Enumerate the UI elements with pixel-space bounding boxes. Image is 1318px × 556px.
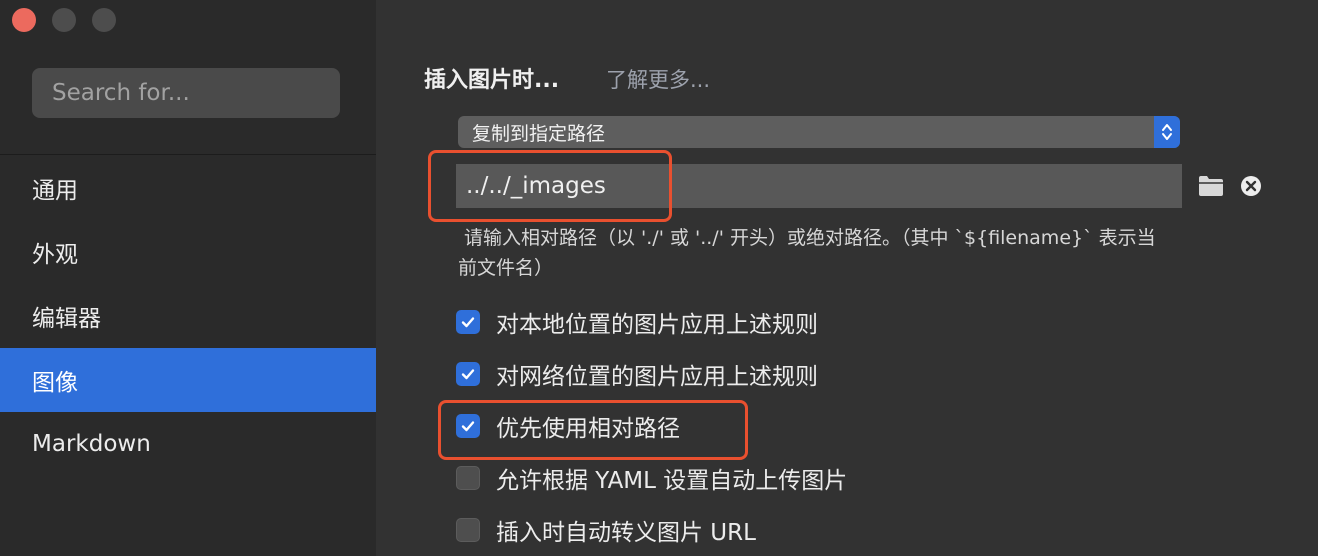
checkbox-unchecked[interactable] — [456, 466, 480, 490]
sidebar-item-label: Markdown — [32, 431, 151, 457]
option-label: 插入时自动转义图片 URL — [496, 520, 756, 546]
checkbox-checked[interactable] — [456, 362, 480, 386]
sidebar-item-appearance[interactable]: 外观 — [0, 220, 376, 284]
sidebar-divider — [0, 154, 376, 155]
insert-action-select[interactable]: 复制到指定路径 — [458, 116, 1180, 148]
sidebar-item-label: 通用 — [32, 178, 78, 204]
option-label: 对本地位置的图片应用上述规则 — [496, 312, 818, 338]
checkmark-icon — [461, 369, 475, 380]
path-hint-text: 请输入相对路径（以 './' 或 '../' 开头）或绝对路径。（其中 `${f… — [458, 223, 1318, 283]
option-label: 对网络位置的图片应用上述规则 — [496, 364, 818, 390]
checkmark-icon — [461, 317, 475, 328]
option-apply-local[interactable]: 对本地位置的图片应用上述规则 — [456, 302, 818, 342]
hint-line: 前文件名） — [458, 257, 554, 279]
sidebar-item-label: 图像 — [32, 370, 78, 396]
checkbox-unchecked[interactable] — [456, 518, 480, 542]
sidebar-item-editor[interactable]: 编辑器 — [0, 284, 376, 348]
window-close-button[interactable] — [12, 8, 36, 32]
image-settings-panel: 插入图片时... 了解更多... 复制到指定路径 请输入相对路径（以 './' … — [376, 0, 1318, 556]
folder-icon[interactable] — [1198, 175, 1224, 197]
sidebar-item-general[interactable]: 通用 — [0, 156, 376, 220]
window-zoom-button[interactable] — [92, 8, 116, 32]
sidebar: 通用 外观 编辑器 图像 Markdown — [0, 0, 376, 556]
insert-image-label: 插入图片时... — [424, 68, 560, 93]
window-minimize-button[interactable] — [52, 8, 76, 32]
select-value: 复制到指定路径 — [472, 122, 606, 145]
annotation-highlight-path — [428, 150, 672, 222]
annotation-highlight-relative — [438, 400, 748, 460]
sidebar-item-markdown[interactable]: Markdown — [0, 412, 376, 476]
option-escape-url[interactable]: 插入时自动转义图片 URL — [456, 510, 756, 550]
checkbox-checked[interactable] — [456, 310, 480, 334]
stepper-icon — [1154, 116, 1180, 148]
clear-icon[interactable] — [1240, 175, 1262, 197]
sidebar-item-label: 外观 — [32, 242, 78, 268]
sidebar-item-label: 编辑器 — [32, 306, 101, 332]
learn-more-link[interactable]: 了解更多... — [606, 64, 710, 94]
option-label: 允许根据 YAML 设置自动上传图片 — [496, 468, 848, 494]
sidebar-item-image[interactable]: 图像 — [0, 348, 376, 412]
search-input[interactable] — [32, 68, 340, 118]
option-apply-network[interactable]: 对网络位置的图片应用上述规则 — [456, 354, 818, 394]
option-yaml-upload[interactable]: 允许根据 YAML 设置自动上传图片 — [456, 458, 847, 498]
hint-line: 请输入相对路径（以 './' 或 '../' 开头）或绝对路径。（其中 `${f… — [464, 227, 1156, 249]
